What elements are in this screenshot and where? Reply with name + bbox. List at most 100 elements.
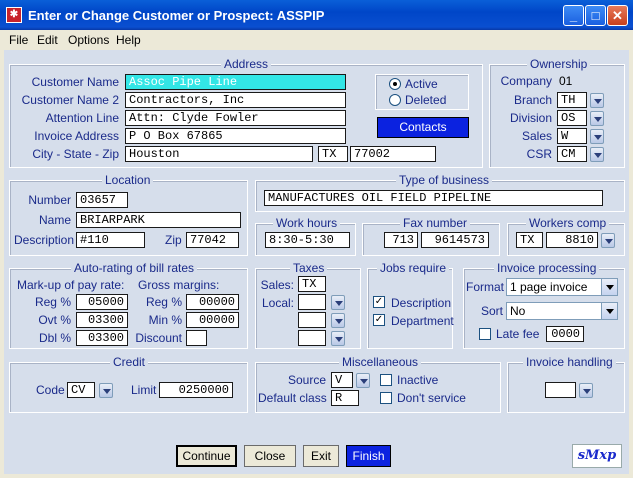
source-dropdown-icon[interactable]	[356, 373, 370, 388]
source-field[interactable]: V	[331, 372, 353, 388]
sort-dropdown-icon[interactable]	[601, 303, 617, 319]
reg-field[interactable]: 05000	[76, 294, 128, 310]
business-title: Type of business	[396, 173, 493, 187]
sales-dropdown-icon[interactable]	[590, 129, 604, 144]
number-label: Number	[28, 193, 71, 207]
department-checkbox[interactable]: ✓	[373, 314, 385, 326]
deleted-radio[interactable]	[389, 94, 401, 106]
tax-local2-field[interactable]	[298, 312, 326, 328]
menu-options[interactable]: Options	[68, 33, 109, 47]
active-radio[interactable]	[389, 78, 401, 90]
finish-button[interactable]: Finish	[346, 445, 391, 467]
description-field[interactable]: #110	[76, 232, 145, 248]
sort-label: Sort	[480, 304, 503, 318]
company-value: 01	[559, 74, 573, 88]
business-field[interactable]: MANUFACTURES OIL FIELD PIPELINE	[264, 190, 603, 206]
close-button[interactable]: Close	[244, 445, 296, 467]
window-title: Enter or Change Customer or Prospect: AS…	[28, 8, 325, 23]
late-fee-checkbox[interactable]	[479, 328, 491, 340]
gm-reg-field[interactable]: 00000	[186, 294, 239, 310]
dont-service-checkbox[interactable]	[380, 392, 392, 404]
invoice-handling-dropdown-icon[interactable]	[579, 383, 593, 398]
late-fee-field[interactable]: 0000	[546, 326, 584, 342]
tax-local3-dropdown-icon[interactable]	[331, 331, 345, 346]
continue-button[interactable]: Continue	[176, 445, 237, 467]
invoice-address-field[interactable]: P O Box 67865	[125, 128, 346, 144]
credit-code-field[interactable]: CV	[67, 382, 95, 398]
source-label: Source	[287, 373, 326, 387]
company-label: Company	[500, 74, 552, 88]
menu-help[interactable]: Help	[116, 33, 141, 47]
sales-field[interactable]: W	[557, 128, 587, 144]
maximize-button[interactable]: □	[585, 5, 606, 26]
workers-comp-dropdown-icon[interactable]	[601, 233, 615, 248]
state-field[interactable]: TX	[318, 146, 348, 162]
csr-label: CSR	[526, 147, 552, 161]
number-field[interactable]: 03657	[76, 192, 128, 208]
ovt-field[interactable]: 03300	[76, 312, 128, 328]
tax-local3-field[interactable]	[298, 330, 326, 346]
tax-sales-label: Sales:	[260, 278, 294, 292]
attention-label: Attention Line	[45, 111, 119, 125]
customer-name2-field[interactable]: Contractors, Inc	[125, 92, 346, 108]
jobs-title: Jobs require	[377, 261, 450, 275]
credit-limit-field[interactable]: 0250000	[159, 382, 233, 398]
dbl-field[interactable]: 03300	[76, 330, 128, 346]
city-state-zip-label: City - State - Zip	[32, 147, 119, 161]
close-window-button[interactable]: ✕	[607, 5, 628, 26]
menu-file[interactable]: File	[9, 33, 28, 47]
invoice-handling-field[interactable]	[545, 382, 576, 398]
workers-comp-state-field[interactable]: TX	[516, 232, 543, 248]
format-label: Format	[466, 280, 505, 294]
reg-label: Reg %	[34, 295, 71, 309]
credit-code-label: Code	[36, 383, 65, 397]
location-name-field[interactable]: BRIARPARK	[76, 212, 241, 228]
branch-field[interactable]: TH	[557, 92, 587, 108]
format-value: 1 page invoice	[510, 280, 588, 294]
work-hours-field[interactable]: 8:30-5:30	[265, 232, 350, 248]
location-title: Location	[102, 173, 154, 187]
default-class-field[interactable]: R	[331, 390, 359, 406]
location-zip-field[interactable]: 77042	[186, 232, 239, 248]
sort-select[interactable]: No	[506, 302, 618, 320]
zip-field[interactable]: 77002	[350, 146, 436, 162]
branch-dropdown-icon[interactable]	[590, 93, 604, 108]
fax-title: Fax number	[400, 216, 471, 230]
inactive-label: Inactive	[397, 373, 439, 387]
menu-edit[interactable]: Edit	[37, 33, 58, 47]
gm-min-field[interactable]: 00000	[186, 312, 239, 328]
title-bar: ✱ Enter or Change Customer or Prospect: …	[0, 0, 633, 30]
jobs-description-label: Description	[391, 296, 452, 310]
fax-area-field[interactable]: 713	[384, 232, 418, 248]
invoice-handling-title: Invoice handling	[523, 355, 616, 369]
city-field[interactable]: Houston	[125, 146, 313, 162]
credit-code-dropdown-icon[interactable]	[99, 383, 113, 398]
tax-local1-field[interactable]	[298, 294, 326, 310]
smxp-logo: sMxp	[572, 444, 622, 468]
customer-name-field[interactable]: Assoc Pipe Line	[125, 74, 346, 90]
discount-field[interactable]	[186, 330, 207, 346]
ovt-label: Ovt %	[38, 313, 71, 327]
format-select[interactable]: 1 page invoice	[506, 278, 618, 296]
contacts-button[interactable]: Contacts	[377, 117, 469, 138]
exit-button[interactable]: Exit	[303, 445, 339, 467]
attention-field[interactable]: Attn: Clyde Fowler	[125, 110, 346, 126]
jobs-department-label: Department	[391, 314, 454, 328]
csr-field[interactable]: CM	[557, 146, 587, 162]
minimize-button[interactable]: _	[563, 5, 584, 26]
fax-number-field[interactable]: 9614573	[421, 232, 489, 248]
csr-dropdown-icon[interactable]	[590, 147, 604, 162]
workers-comp-code-field[interactable]: 8810	[546, 232, 598, 248]
tax-sales-field[interactable]: TX	[298, 276, 326, 292]
tax-local2-dropdown-icon[interactable]	[331, 313, 345, 328]
description-label: Description	[14, 233, 75, 247]
inactive-checkbox[interactable]	[380, 374, 392, 386]
description-checkbox[interactable]: ✓	[373, 296, 385, 308]
tax-local1-dropdown-icon[interactable]	[331, 295, 345, 310]
location-zip-label: Zip	[165, 233, 182, 247]
division-dropdown-icon[interactable]	[590, 111, 604, 126]
division-field[interactable]: OS	[557, 110, 587, 126]
misc-group	[255, 362, 501, 413]
menu-bar: File Edit Options Help	[0, 30, 633, 49]
format-dropdown-icon[interactable]	[601, 279, 617, 295]
